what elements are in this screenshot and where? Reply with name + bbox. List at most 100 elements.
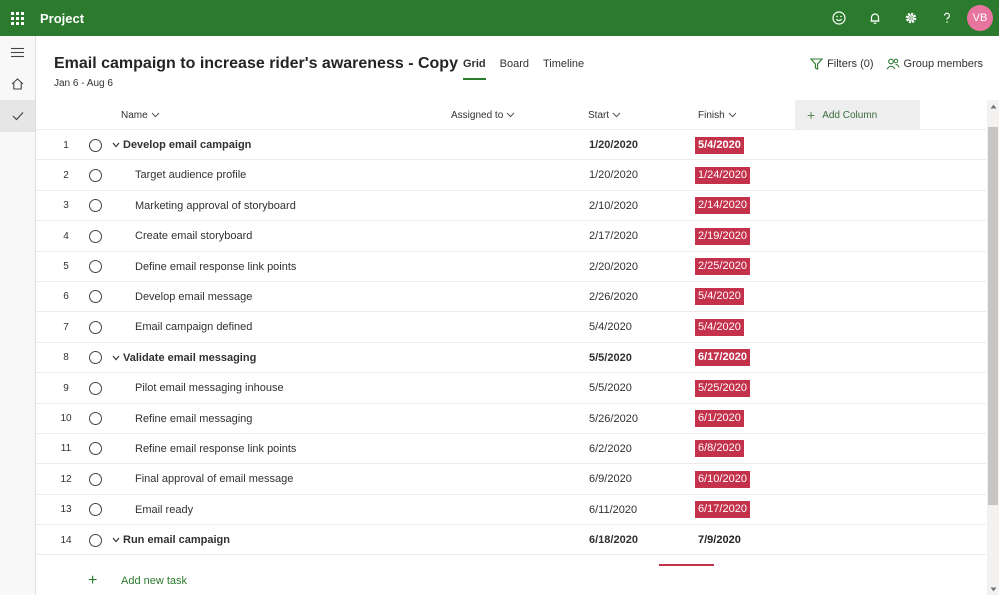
task-finish-cell[interactable]: 2/14/2020 — [695, 191, 750, 221]
task-name-cell[interactable]: Develop email message — [135, 282, 252, 312]
home-button[interactable] — [0, 68, 35, 100]
task-name-cell[interactable]: Final approval of email message — [135, 464, 293, 494]
task-complete-checkbox[interactable] — [89, 434, 102, 464]
vertical-scrollbar[interactable] — [987, 100, 999, 595]
task-name-cell[interactable]: Develop email campaign — [112, 130, 251, 160]
scroll-down-arrow-icon[interactable] — [987, 583, 999, 595]
task-complete-checkbox[interactable] — [89, 464, 102, 494]
task-name-cell[interactable]: Target audience profile — [135, 160, 246, 190]
column-header-assigned[interactable]: Assigned to — [451, 100, 515, 130]
task-complete-checkbox[interactable] — [89, 525, 102, 555]
task-name-cell[interactable]: Pilot email messaging inhouse — [135, 373, 284, 403]
task-start-cell[interactable]: 6/2/2020 — [589, 434, 632, 464]
task-finish-cell[interactable]: 5/4/2020 — [695, 282, 744, 312]
settings-button[interactable] — [893, 0, 929, 36]
chevron-down-icon[interactable] — [112, 355, 120, 361]
task-start-cell[interactable]: 6/18/2020 — [589, 525, 638, 555]
task-complete-checkbox[interactable] — [89, 191, 102, 221]
tab-grid[interactable]: Grid — [463, 58, 486, 80]
tab-timeline[interactable]: Timeline — [543, 58, 584, 80]
task-name: Refine email messaging — [135, 412, 253, 425]
task-name-cell[interactable]: Email campaign defined — [135, 312, 252, 342]
task-start-cell[interactable]: 5/26/2020 — [589, 404, 638, 434]
task-row[interactable]: 9 Pilot email messaging inhouse 5/5/2020 5/… — [36, 373, 986, 404]
task-name-cell[interactable]: Create email storyboard — [135, 221, 252, 251]
notifications-button[interactable] — [857, 0, 893, 36]
task-row[interactable]: 5 Define email response link points 2/20/2… — [36, 252, 986, 282]
task-complete-checkbox[interactable] — [89, 282, 102, 312]
task-complete-checkbox[interactable] — [89, 373, 102, 403]
scrollbar-thumb[interactable] — [988, 127, 998, 505]
task-start-cell[interactable]: 2/26/2020 — [589, 282, 638, 312]
summary-task-row[interactable]: 14 Run email campaign 6/18/2020 7/9/2020 — [36, 525, 986, 556]
user-avatar[interactable]: VB — [967, 5, 993, 31]
task-finish-cell[interactable]: 2/19/2020 — [695, 221, 750, 251]
task-name-cell[interactable]: Refine email messaging — [135, 404, 252, 434]
task-name-cell[interactable]: Email ready — [135, 495, 193, 525]
task-finish-cell[interactable]: 7/9/2020 — [695, 525, 744, 555]
task-complete-checkbox[interactable] — [89, 404, 102, 434]
filters-button[interactable]: Filters (0) — [810, 58, 874, 70]
help-button[interactable] — [929, 0, 965, 36]
task-finish-cell[interactable]: 5/25/2020 — [695, 373, 750, 403]
task-name-cell[interactable]: Run email campaign — [112, 525, 230, 555]
task-finish-cell[interactable]: 6/8/2020 — [695, 434, 744, 464]
task-finish-cell[interactable]: 5/4/2020 — [695, 312, 744, 342]
task-row[interactable]: 11 Refine email response link points 6/2/2… — [36, 434, 986, 465]
task-complete-checkbox[interactable] — [89, 221, 102, 251]
add-column-button[interactable]: + Add Column — [795, 100, 920, 130]
task-finish-cell[interactable]: 6/17/2020 — [695, 495, 750, 525]
feedback-button[interactable] — [821, 0, 857, 36]
add-new-task-button[interactable]: + Add new task — [36, 566, 986, 595]
task-finish-cell[interactable]: 2/25/2020 — [695, 252, 750, 282]
task-row[interactable]: 12 Final approval of email message 6/9/202… — [36, 464, 986, 495]
task-complete-checkbox[interactable] — [89, 343, 102, 373]
menu-toggle-button[interactable] — [0, 36, 35, 68]
task-finish-cell[interactable]: 1/24/2020 — [695, 160, 750, 190]
task-row[interactable]: 13 Email ready 6/11/2020 6/17/2020 — [36, 495, 986, 526]
task-start-cell[interactable]: 1/20/2020 — [589, 130, 638, 160]
column-header-finish[interactable]: Finish — [698, 100, 737, 130]
task-complete-checkbox[interactable] — [89, 312, 102, 342]
task-start-cell[interactable]: 5/4/2020 — [589, 312, 632, 342]
task-complete-checkbox[interactable] — [89, 160, 102, 190]
task-finish-cell[interactable]: 6/17/2020 — [695, 343, 750, 373]
task-start-cell[interactable]: 2/20/2020 — [589, 252, 638, 282]
task-start-cell[interactable]: 6/11/2020 — [589, 495, 637, 525]
chevron-down-icon[interactable] — [112, 142, 120, 148]
task-complete-checkbox[interactable] — [89, 130, 102, 160]
chevron-down-icon[interactable] — [112, 537, 120, 543]
app-title[interactable]: Project — [40, 11, 84, 26]
task-name-cell[interactable]: Define email response link points — [135, 252, 296, 282]
task-row[interactable]: 4 Create email storyboard 2/17/2020 2/19/20… — [36, 221, 986, 252]
app-launcher-button[interactable] — [0, 0, 34, 36]
task-complete-checkbox[interactable] — [89, 495, 102, 525]
plan-title[interactable]: Email campaign to increase rider's aware… — [54, 55, 458, 73]
task-start-cell[interactable]: 5/5/2020 — [589, 373, 632, 403]
task-start-cell[interactable]: 6/9/2020 — [589, 464, 632, 494]
column-header-name[interactable]: Name — [121, 100, 160, 130]
my-tasks-button[interactable] — [0, 100, 35, 132]
task-row[interactable]: 10 Refine email messaging 5/26/2020 6/1/202… — [36, 404, 986, 434]
task-start-cell[interactable]: 1/20/2020 — [589, 160, 638, 190]
task-row[interactable]: 6 Develop email message 2/26/2020 5/4/2020 — [36, 282, 986, 313]
task-row[interactable]: 3 Marketing approval of storyboard 2/10/20… — [36, 191, 986, 222]
task-row[interactable]: 7 Email campaign defined 5/4/2020 5/4/2020 — [36, 312, 986, 343]
task-name-cell[interactable]: Refine email response link points — [135, 434, 296, 464]
task-start-cell[interactable]: 5/5/2020 — [589, 343, 632, 373]
column-header-start[interactable]: Start — [588, 100, 621, 130]
task-name-cell[interactable]: Marketing approval of storyboard — [135, 191, 296, 221]
task-finish-cell[interactable]: 5/4/2020 — [695, 130, 744, 160]
scroll-up-arrow-icon[interactable] — [987, 100, 999, 112]
task-start-cell[interactable]: 2/17/2020 — [589, 221, 638, 251]
task-row[interactable]: 2 Target audience profile 1/20/2020 1/24/20… — [36, 160, 986, 191]
task-name-cell[interactable]: Validate email messaging — [112, 343, 256, 373]
tab-board[interactable]: Board — [500, 58, 529, 80]
group-members-button[interactable]: Group members — [886, 58, 983, 70]
task-finish-cell[interactable]: 6/1/2020 — [695, 404, 744, 434]
summary-task-row[interactable]: 1 Develop email campaign 1/20/2020 5/4/2020 — [36, 130, 986, 161]
summary-task-row[interactable]: 8 Validate email messaging 5/5/2020 6/17/20… — [36, 343, 986, 374]
task-finish-cell[interactable]: 6/10/2020 — [695, 464, 750, 494]
task-complete-checkbox[interactable] — [89, 252, 102, 282]
task-start-cell[interactable]: 2/10/2020 — [589, 191, 638, 221]
